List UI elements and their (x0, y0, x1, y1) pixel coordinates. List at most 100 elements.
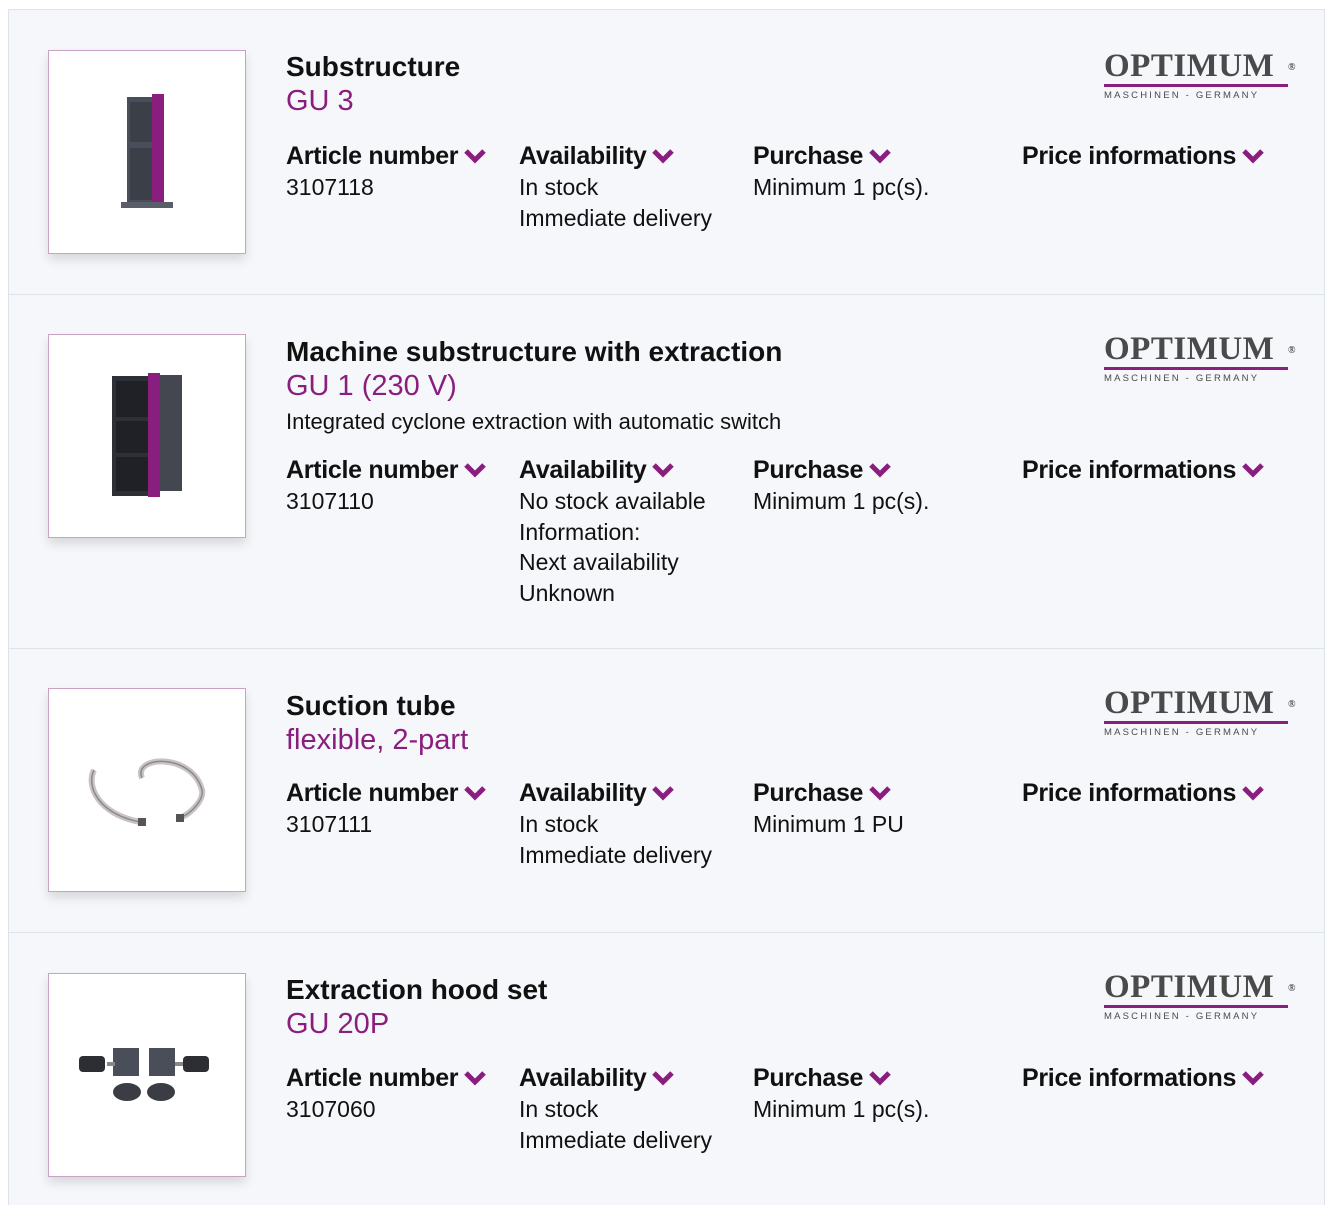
price-informations-toggle[interactable]: Price informations (1022, 140, 1292, 172)
availability-toggle[interactable]: Availability (519, 1062, 753, 1094)
brand-tagline: MASCHINEN - GERMANY (1104, 90, 1260, 101)
chevron-down-icon (869, 463, 891, 478)
product-details: Article number 3107118 Availability In s… (286, 140, 1292, 233)
registered-mark: ® (1288, 62, 1296, 73)
availability-line: In stock (519, 174, 599, 200)
brand-logo: OPTIMUM ® MASCHINEN - GERMANY (1104, 48, 1296, 104)
purchase-label: Purchase (753, 456, 864, 484)
chevron-down-icon (1242, 463, 1264, 478)
availability-line: In stock (519, 1096, 599, 1122)
extraction-hood-icon (79, 1048, 209, 1101)
article-number-label: Article number (286, 456, 459, 484)
registered-mark: ® (1288, 699, 1296, 710)
price-informations-label: Price informations (1022, 456, 1237, 484)
article-number-label: Article number (286, 779, 459, 807)
product-title[interactable]: Machine substructure with extraction (286, 335, 782, 369)
price-informations-label: Price informations (1022, 142, 1237, 170)
availability-line: In stock (519, 811, 599, 837)
price-informations-toggle[interactable]: Price informations (1022, 1062, 1292, 1094)
purchase-text: Minimum 1 pc(s). (753, 1096, 930, 1122)
article-number-label: Article number (286, 1064, 459, 1092)
product-model: GU 20P (286, 1008, 390, 1040)
availability-line: Immediate delivery (519, 841, 713, 868)
chevron-down-icon (652, 463, 675, 478)
availability-line: Next availability (519, 549, 679, 575)
registered-mark: ® (1288, 345, 1296, 356)
purchase-toggle[interactable]: Purchase (753, 140, 1022, 172)
chevron-down-icon (869, 149, 891, 164)
availability-line: Immediate delivery (519, 1126, 713, 1153)
availability-line: Unknown (519, 579, 615, 606)
article-number-toggle[interactable]: Article number (286, 777, 519, 809)
article-number-toggle[interactable]: Article number (286, 1062, 519, 1094)
product-card: Extraction hood set GU 20P Article numbe… (8, 932, 1325, 1205)
availability-label: Availability (519, 456, 647, 484)
purchase-label: Purchase (753, 779, 864, 807)
purchase-label: Purchase (753, 1064, 864, 1092)
availability-label: Availability (519, 142, 647, 170)
chevron-down-icon (869, 786, 891, 801)
availability-line: No stock available (519, 488, 706, 514)
product-info: Extraction hood set GU 20P (286, 973, 547, 1041)
product-image[interactable] (48, 973, 246, 1177)
chevron-down-icon (652, 786, 675, 801)
product-title[interactable]: Substructure (286, 50, 460, 84)
chevron-down-icon (1242, 786, 1264, 801)
product-image[interactable] (48, 688, 246, 892)
availability-line: Immediate delivery (519, 204, 713, 231)
article-number: 3107060 (286, 1096, 376, 1122)
product-info: Substructure GU 3 (286, 50, 460, 118)
product-details: Article number 3107111 Availability In s… (286, 777, 1292, 870)
article-number: 3107118 (286, 174, 374, 200)
registered-mark: ® (1288, 983, 1296, 994)
chevron-down-icon (1242, 149, 1264, 164)
product-image[interactable] (48, 50, 246, 254)
chevron-down-icon (652, 1071, 675, 1086)
product-title[interactable]: Suction tube (286, 689, 468, 723)
brand-tagline: MASCHINEN - GERMANY (1104, 373, 1260, 384)
chevron-down-icon (464, 149, 487, 164)
brand-name: OPTIMUM (1104, 331, 1275, 367)
chevron-down-icon (464, 463, 487, 478)
price-informations-toggle[interactable]: Price informations (1022, 777, 1292, 809)
price-informations-label: Price informations (1022, 779, 1237, 807)
availability-label: Availability (519, 1064, 647, 1092)
availability-toggle[interactable]: Availability (519, 454, 753, 486)
product-card: Machine substructure with extraction GU … (8, 294, 1325, 648)
availability-line: Information: (519, 518, 641, 545)
product-model: GU 1 (230 V) (286, 370, 457, 402)
purchase-toggle[interactable]: Purchase (753, 454, 1022, 486)
article-number: 3107110 (286, 488, 374, 514)
product-card: Suction tube flexible, 2-part Article nu… (8, 648, 1325, 932)
article-number: 3107111 (286, 811, 373, 837)
price-informations-toggle[interactable]: Price informations (1022, 454, 1292, 486)
suction-tube-icon (88, 758, 206, 826)
brand-logo: OPTIMUM ® MASCHINEN - GERMANY (1104, 331, 1296, 387)
brand-name: OPTIMUM (1104, 969, 1275, 1005)
purchase-toggle[interactable]: Purchase (753, 777, 1022, 809)
purchase-toggle[interactable]: Purchase (753, 1062, 1022, 1094)
brand-tagline: MASCHINEN - GERMANY (1104, 1011, 1260, 1022)
cabinet-extraction-icon (112, 373, 182, 497)
availability-toggle[interactable]: Availability (519, 140, 753, 172)
chevron-down-icon (464, 1071, 487, 1086)
product-list: Substructure GU 3 Article number 3107118… (8, 9, 1325, 1205)
brand-name: OPTIMUM (1104, 685, 1275, 721)
article-number-toggle[interactable]: Article number (286, 140, 519, 172)
availability-toggle[interactable]: Availability (519, 777, 753, 809)
purchase-label: Purchase (753, 142, 864, 170)
article-number-toggle[interactable]: Article number (286, 454, 519, 486)
article-number-label: Article number (286, 142, 459, 170)
purchase-text: Minimum 1 PU (753, 811, 904, 837)
price-informations-label: Price informations (1022, 1064, 1237, 1092)
product-model: flexible, 2-part (286, 724, 469, 756)
brand-name: OPTIMUM (1104, 48, 1275, 84)
brand-logo: OPTIMUM ® MASCHINEN - GERMANY (1104, 969, 1296, 1025)
product-card: Substructure GU 3 Article number 3107118… (8, 9, 1325, 294)
product-image[interactable] (48, 334, 246, 538)
product-title[interactable]: Extraction hood set (286, 973, 547, 1007)
chevron-down-icon (1242, 1071, 1264, 1086)
cabinet-stand-icon (121, 94, 173, 208)
product-model: GU 3 (286, 85, 354, 117)
product-description: Integrated cyclone extraction with autom… (286, 409, 782, 434)
